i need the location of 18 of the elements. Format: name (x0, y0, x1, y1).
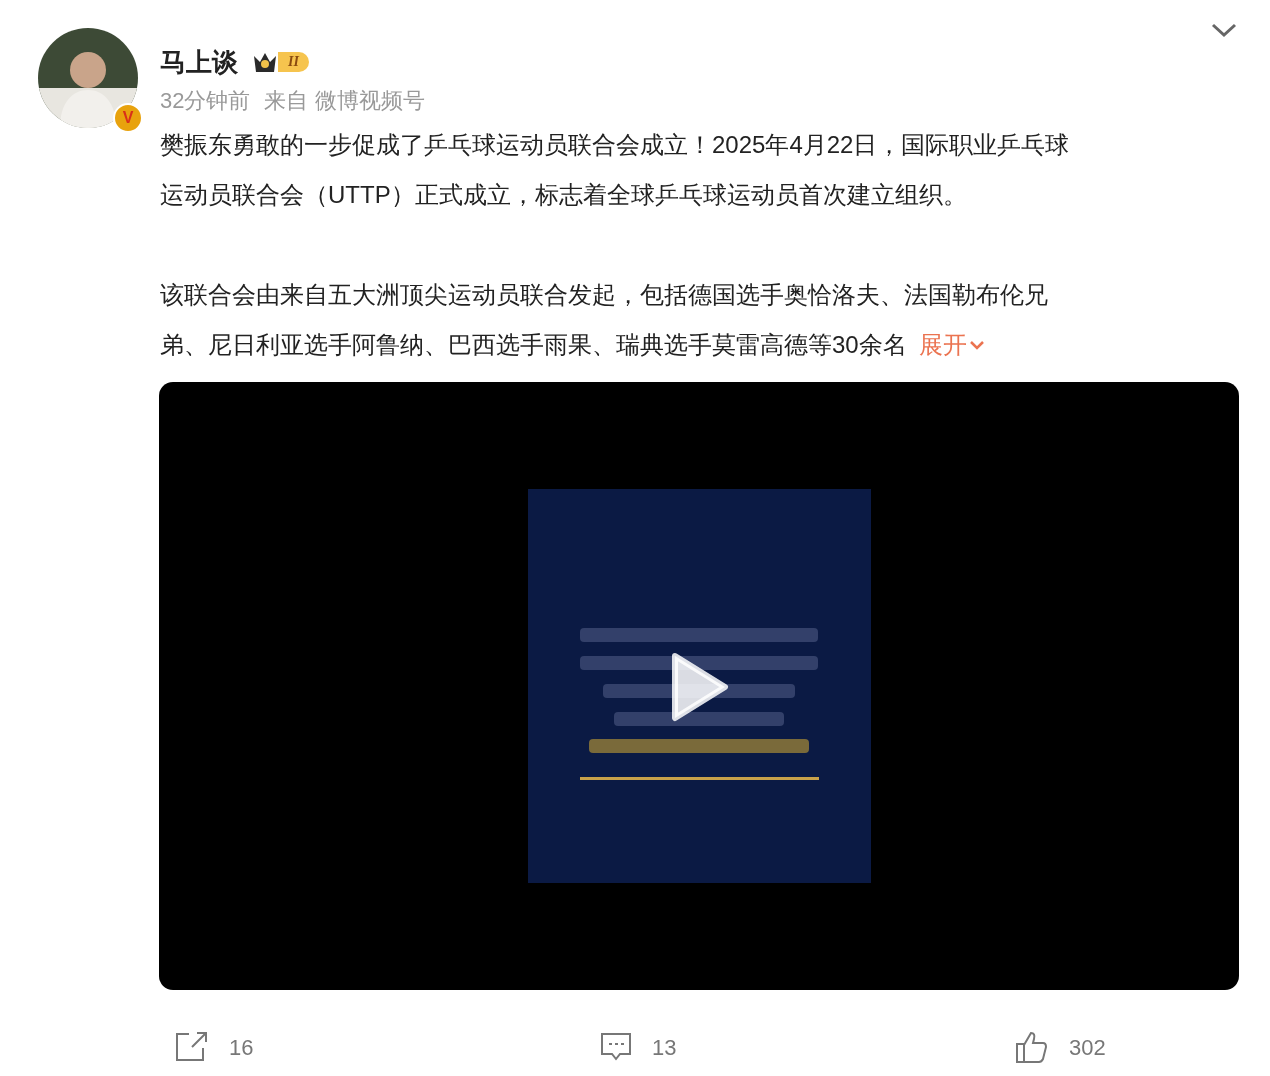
share-count: 16 (229, 1033, 254, 1062)
comment-count: 13 (652, 1033, 677, 1062)
post-time: 32分钟前 (160, 87, 251, 115)
play-icon[interactable] (669, 652, 729, 722)
post-text: 弟、尼日利亚选手阿鲁纳、巴西选手雨果、瑞典选手莫雷高德等30余名 (160, 330, 907, 360)
post-text: 樊振东勇敢的一步促成了乒乓球运动员联合会成立！2025年4月22日，国际职业乒乓球 (160, 130, 1070, 160)
chevron-down-icon[interactable] (1210, 22, 1238, 38)
thumbs-up-icon[interactable] (1015, 1030, 1049, 1064)
post-text: 运动员联合会（UTTP）正式成立，标志着全球乒乓球运动员首次建立组织。 (160, 180, 967, 210)
author-name[interactable]: 马上谈 (160, 44, 238, 80)
like-count: 302 (1069, 1033, 1106, 1062)
comment-icon[interactable] (600, 1032, 632, 1062)
chevron-down-icon[interactable] (968, 339, 985, 351)
post-source: 来自 微博视频号 (264, 87, 425, 115)
post-text: 该联合会由来自五大洲顶尖运动员联合发起，包括德国选手奥恰洛夫、法国勒布伦兄 (160, 280, 1048, 310)
verified-badge: V (113, 103, 143, 133)
level-badge: II (252, 50, 309, 74)
share-icon[interactable] (175, 1032, 209, 1062)
